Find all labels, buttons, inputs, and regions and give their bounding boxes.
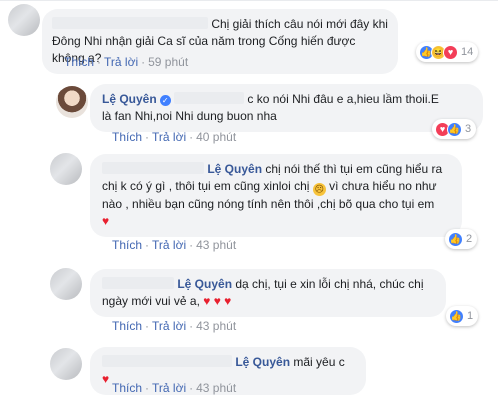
redacted-name (52, 17, 208, 29)
heart-emoji-icon: ♥ (102, 372, 110, 386)
like-reaction-icon: 👍 (448, 231, 463, 247)
redacted-text (174, 92, 245, 104)
comment-text: ngày mới vui vẻ a, (102, 294, 200, 308)
timestamp[interactable]: 43 phút (196, 238, 236, 252)
reply-link[interactable]: Trả lời (104, 55, 138, 69)
sad-emoji-icon: ☹ (312, 183, 326, 196)
like-reaction-icon: 👍 (449, 308, 464, 324)
comment-text: dạ chị, tụi e xin lỗi chị nhá, chúc chị (235, 277, 424, 291)
comment-text: là fan Nhi,noi Nhi dung buon nha (102, 109, 277, 123)
avatar[interactable] (50, 153, 82, 185)
reaction-count: 2 (466, 233, 473, 245)
redacted-name (102, 277, 174, 289)
like-link[interactable]: Thích (64, 55, 94, 69)
reaction-count: 1 (467, 310, 474, 322)
avatar[interactable] (50, 268, 82, 300)
redacted-name (102, 355, 232, 367)
comment-actions: Thích · Trả lời · 59 phút (64, 55, 189, 69)
top-divider (0, 0, 498, 1)
comment-actions: Thích · Trả lời · 43 phút (112, 381, 237, 395)
reaction-summary[interactable]: 👍 1 (446, 306, 479, 326)
comment-actions: Thích · Trả lời · 43 phút (112, 238, 237, 252)
comment-bubble: Lệ Quyên dạ chị, tụi e xin lỗi chị nhá, … (90, 269, 446, 317)
reaction-summary[interactable]: ♥ 👍 3 (432, 119, 477, 139)
reply-link[interactable]: Trả lời (152, 238, 186, 252)
tagged-name[interactable]: Lệ Quyên (207, 162, 262, 176)
comment-text: c ko nói Nhi đâu e a,hieu lầm thoii.E (247, 92, 439, 106)
like-reaction-icon: 👍 (447, 121, 462, 137)
reaction-count: 3 (465, 123, 472, 135)
comment-actions: Thích · Trả lời · 40 phút (112, 130, 237, 144)
comment-bubble: Lệ Quyên chị nói thế thì tụi em cũng hiể… (90, 154, 462, 237)
tagged-name[interactable]: Lệ Quyên (235, 355, 290, 369)
avatar[interactable] (50, 348, 82, 380)
reply-link[interactable]: Trả lời (152, 381, 186, 395)
tagged-name[interactable]: Lệ Quyên (177, 277, 232, 291)
comment-text: nào , nhiều bạn cũng nóng tính nên thôi … (102, 197, 435, 211)
love-reaction-icon: ♥ (443, 44, 458, 60)
reaction-count: 14 (461, 46, 474, 58)
avatar[interactable] (56, 86, 88, 118)
comment-actions: Thích · Trả lời · 43 phút (112, 319, 237, 333)
like-link[interactable]: Thích (112, 381, 142, 395)
verified-badge-icon: ✓ (159, 95, 171, 106)
timestamp[interactable]: 43 phút (196, 381, 236, 395)
timestamp[interactable]: 43 phút (196, 319, 236, 333)
reply-link[interactable]: Trả lời (152, 319, 186, 333)
timestamp[interactable]: 40 phút (196, 130, 236, 144)
reaction-summary[interactable]: 👍 😆 ♥ 14 (416, 42, 479, 62)
commenter-name[interactable]: Lệ Quyên (102, 92, 157, 106)
like-link[interactable]: Thích (112, 130, 142, 144)
timestamp[interactable]: 59 phút (148, 55, 188, 69)
heart-emoji-icon: ♥ (102, 214, 110, 228)
comment-bubble: Lệ Quyên ✓ c ko nói Nhi đâu e a,hieu lầm … (90, 84, 483, 132)
comment-text: vì chưa hiểu no như (329, 179, 437, 193)
redacted-name (102, 162, 204, 174)
comment-text: chị nói thế thì tụi em cũng hiểu ra (265, 162, 443, 176)
heart-emoji-icon: ♥ ♥ ♥ (203, 294, 232, 308)
comment-text: mãi yêu c (293, 355, 345, 369)
avatar[interactable] (8, 4, 40, 36)
like-link[interactable]: Thích (112, 238, 142, 252)
comment-text: chị k có ý gì , thôi tụi em cũng xinloi … (102, 179, 310, 193)
reply-link[interactable]: Trả lời (152, 130, 186, 144)
reaction-summary[interactable]: 👍 2 (445, 229, 478, 249)
like-link[interactable]: Thích (112, 319, 142, 333)
